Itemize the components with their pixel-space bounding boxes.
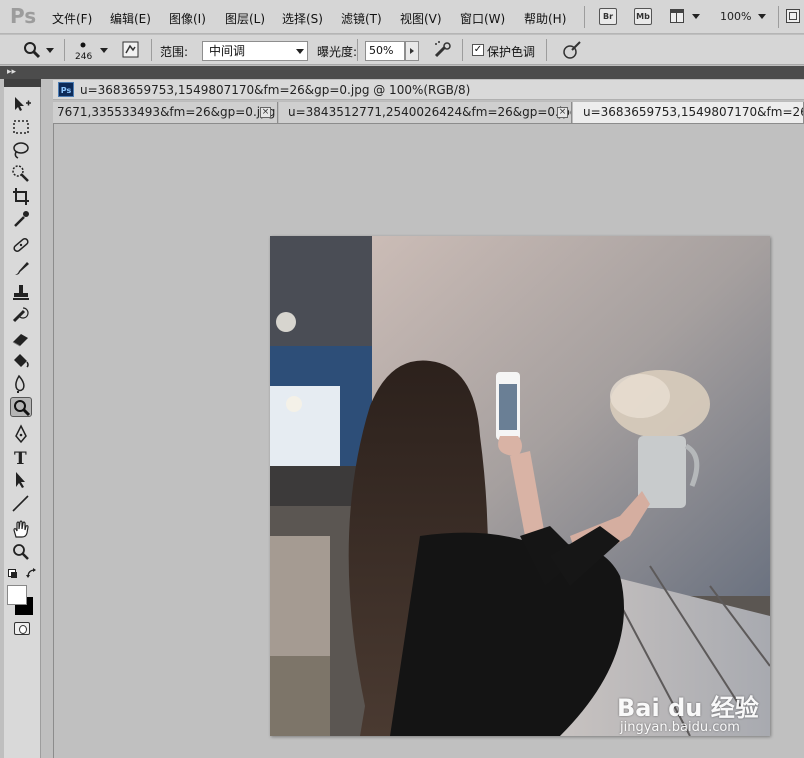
- watermark-brand: Bai du 经验: [617, 694, 759, 722]
- arrange-documents-icon[interactable]: [670, 9, 684, 23]
- move-tool-icon[interactable]: [10, 94, 32, 114]
- clone-stamp-tool-icon[interactable]: [10, 283, 32, 303]
- eyedropper-tool-icon[interactable]: [10, 209, 32, 229]
- lasso-tool-icon[interactable]: [10, 140, 32, 160]
- zoom-select[interactable]: 100%: [720, 10, 751, 23]
- eraser-tool-icon[interactable]: [10, 328, 32, 348]
- exposure-input[interactable]: 50%: [365, 41, 405, 61]
- zoom-tool-icon[interactable]: [10, 542, 32, 562]
- chevron-down-icon: [296, 49, 304, 54]
- hand-tool-icon[interactable]: [10, 519, 32, 539]
- range-value: 中间调: [209, 44, 246, 58]
- options-separator: [64, 39, 65, 61]
- airbrush-icon[interactable]: [432, 39, 454, 61]
- quick-selection-tool-icon[interactable]: [10, 163, 32, 183]
- brush-panel-icon[interactable]: [121, 40, 141, 60]
- options-separator: [151, 39, 152, 61]
- menu-bar: Ps 文件(F) 编辑(E) 图像(I) 图层(L) 选择(S) 滤镜(T) 视…: [0, 0, 804, 34]
- marquee-tool-icon[interactable]: [10, 117, 32, 137]
- collapse-panels-icon[interactable]: ▸▸: [7, 66, 16, 79]
- menu-select[interactable]: 选择(S): [282, 10, 323, 27]
- chevron-down-icon[interactable]: [100, 48, 108, 53]
- document-tab-active[interactable]: u=3683659753,1549807170&fm=26&gp=0.jpg: [573, 102, 804, 123]
- menu-image[interactable]: 图像(I): [169, 10, 206, 27]
- brush-tool-icon[interactable]: [10, 258, 32, 278]
- quick-mask-icon[interactable]: [14, 622, 30, 635]
- menu-help[interactable]: 帮助(H): [524, 10, 566, 27]
- bridge-button[interactable]: Br: [599, 8, 617, 25]
- menu-edit[interactable]: 编辑(E): [110, 10, 151, 27]
- tablet-pressure-icon[interactable]: [561, 39, 583, 61]
- chevron-right-icon: [410, 48, 414, 54]
- options-separator: [546, 39, 547, 61]
- default-colors-icon[interactable]: [8, 569, 17, 578]
- close-icon[interactable]: ×: [260, 107, 271, 118]
- minibridge-button[interactable]: Mb: [634, 8, 652, 25]
- document-tab[interactable]: u=3843512771,2540026424&fm=26&gp=0.jpg: [279, 102, 572, 123]
- exposure-slider-toggle[interactable]: [405, 41, 419, 61]
- menu-separator: [778, 6, 779, 28]
- path-selection-tool-icon[interactable]: [10, 470, 32, 490]
- menu-window[interactable]: 窗口(W): [460, 10, 505, 27]
- watermark-url: jingyan.baidu.com: [620, 720, 740, 735]
- range-label: 范围:: [160, 45, 189, 59]
- toolbox-header[interactable]: [4, 79, 41, 87]
- line-tool-icon[interactable]: [10, 493, 32, 513]
- menu-file[interactable]: 文件(F): [52, 10, 92, 27]
- brush-size-value: 246: [75, 52, 93, 62]
- document-ps-badge: Ps: [58, 82, 74, 97]
- menu-filter[interactable]: 滤镜(T): [341, 10, 382, 27]
- chevron-down-icon[interactable]: [758, 14, 766, 19]
- swap-colors-icon[interactable]: [26, 568, 38, 580]
- dodge-tool-icon[interactable]: [10, 397, 32, 417]
- document-tab[interactable]: 7671,335533493&fm=26&gp=0.jpg: [53, 102, 278, 123]
- menu-view[interactable]: 视图(V): [400, 10, 442, 27]
- document-image[interactable]: [270, 236, 770, 736]
- pen-tool-icon[interactable]: [10, 424, 32, 444]
- document-tab-label: u=3683659753,1549807170&fm=26&gp=0.jpg: [583, 105, 803, 119]
- paint-bucket-tool-icon[interactable]: [10, 351, 32, 371]
- type-tool-icon[interactable]: T: [10, 447, 32, 467]
- protect-tones-checkbox[interactable]: ✓: [472, 44, 484, 56]
- document-tab-label: u=3843512771,2540026424&fm=26&gp=0.jpg: [288, 105, 572, 119]
- panel-strip: ▸▸: [0, 66, 804, 79]
- exposure-label: 曝光度:: [317, 45, 358, 59]
- menu-layer[interactable]: 图层(L): [225, 10, 265, 27]
- protect-tones-label: 保护色调: [487, 45, 536, 59]
- close-icon[interactable]: ×: [557, 107, 568, 118]
- range-select[interactable]: 中间调: [202, 41, 308, 61]
- screen-mode-icon[interactable]: [786, 9, 800, 23]
- blur-tool-icon[interactable]: [10, 374, 32, 394]
- crop-tool-icon[interactable]: [10, 186, 32, 206]
- baidu-watermark: Bai du 经验 jingyan.baidu.com: [617, 670, 767, 740]
- chevron-down-icon[interactable]: [46, 48, 54, 53]
- photoshop-logo: Ps: [10, 4, 37, 28]
- foreground-color-swatch[interactable]: [7, 585, 27, 605]
- svg-text:T: T: [14, 449, 27, 467]
- healing-brush-tool-icon[interactable]: [10, 235, 32, 255]
- options-separator: [357, 39, 358, 61]
- options-separator: [462, 39, 463, 61]
- menu-separator: [584, 6, 585, 28]
- zoom-tool-preset-icon[interactable]: [22, 41, 42, 59]
- document-title: u=3683659753,1549807170&fm=26&gp=0.jpg @…: [80, 83, 471, 97]
- chevron-down-icon[interactable]: [692, 14, 700, 19]
- brush-tip-icon[interactable]: [77, 40, 89, 50]
- history-brush-tool-icon[interactable]: [10, 305, 32, 325]
- document-tab-label: 7671,335533493&fm=26&gp=0.jpg: [57, 105, 276, 119]
